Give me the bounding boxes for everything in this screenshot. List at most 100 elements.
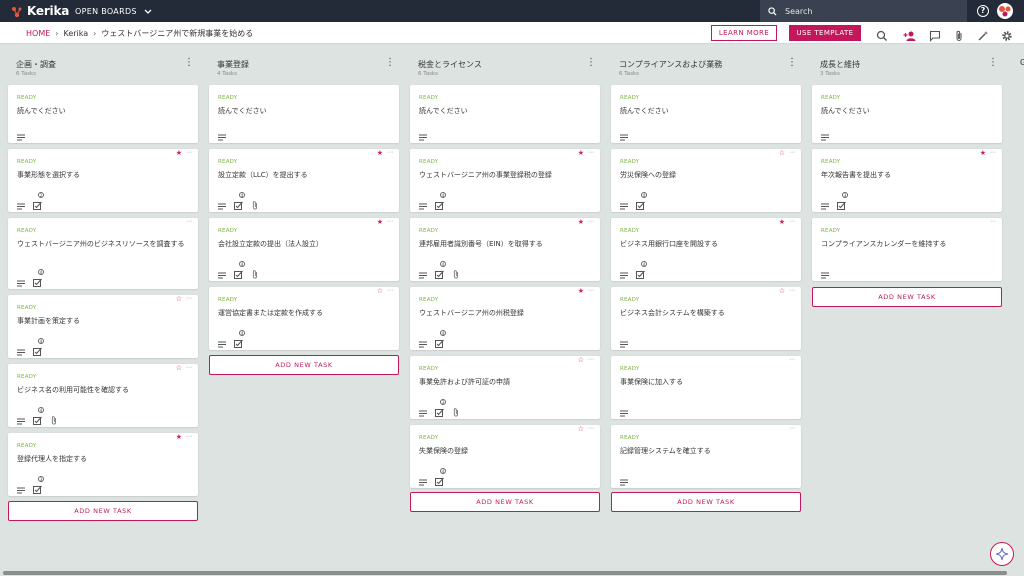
- task-card[interactable]: READY 読んでください: [410, 85, 600, 143]
- more-vertical-icon[interactable]: ⋮: [586, 58, 596, 68]
- task-card[interactable]: READY 記録管理システムを確立する ⋯: [611, 425, 801, 488]
- star-outline-icon[interactable]: ☆: [377, 288, 383, 295]
- star-outline-icon[interactable]: ☆: [779, 288, 785, 295]
- star-filled-icon[interactable]: ★: [578, 288, 584, 295]
- more-horizontal-icon[interactable]: ⋯: [789, 356, 795, 363]
- task-card[interactable]: READY ビジネス会計システムを構築する ☆ ⋯: [611, 287, 801, 350]
- task-card[interactable]: READY 労災保険への登録 ☆ ⋯ 4: [611, 149, 801, 212]
- task-card[interactable]: READY 事業計画を策定する ☆ ⋯ 4: [8, 295, 198, 358]
- task-card[interactable]: READY 事業形態を選択する ★ ⋯ 2: [8, 149, 198, 212]
- more-horizontal-icon[interactable]: ⋯: [588, 287, 594, 294]
- more-horizontal-icon[interactable]: ⋯: [789, 149, 795, 156]
- search-input[interactable]: Search: [760, 0, 967, 22]
- add-new-task-button[interactable]: ADD NEW TASK: [812, 287, 1002, 307]
- gear-icon[interactable]: [1001, 27, 1013, 41]
- star-filled-icon[interactable]: ★: [377, 219, 383, 226]
- attachment-icon[interactable]: [953, 27, 965, 41]
- more-horizontal-icon[interactable]: ⋯: [789, 287, 795, 294]
- task-card[interactable]: READY ビジネス名の利用可能性を確認する ☆ ⋯ 4: [8, 364, 198, 427]
- task-card[interactable]: READY 事業保険に加入する ⋯: [611, 356, 801, 419]
- add-new-task-button[interactable]: ADD NEW TASK: [209, 355, 399, 375]
- breadcrumb-org[interactable]: Kerika: [63, 29, 88, 38]
- task-card[interactable]: READY ウェストバージニア州の州税登録 ★ ⋯ 4: [410, 287, 600, 350]
- star-filled-icon[interactable]: ★: [578, 150, 584, 157]
- more-horizontal-icon[interactable]: ⋯: [588, 218, 594, 225]
- more-vertical-icon[interactable]: ⋮: [184, 58, 194, 68]
- more-horizontal-icon[interactable]: ⋯: [588, 149, 594, 156]
- search-icon[interactable]: [876, 27, 888, 41]
- more-horizontal-icon[interactable]: ⋯: [186, 218, 192, 225]
- kerika-logo[interactable]: Kerika: [10, 3, 69, 19]
- ai-assistant-button[interactable]: [990, 542, 1014, 566]
- more-horizontal-icon[interactable]: ⋯: [990, 218, 996, 225]
- task-card[interactable]: READY 運営協定書または定款を作成する ☆ ⋯ 4: [209, 287, 399, 350]
- task-title: 事業形態を選択する: [17, 171, 80, 179]
- more-horizontal-icon[interactable]: ⋯: [387, 287, 393, 294]
- star-outline-icon[interactable]: ☆: [176, 296, 182, 303]
- help-icon[interactable]: ?: [977, 5, 989, 17]
- open-boards-menu[interactable]: OPEN BOARDS: [75, 0, 152, 22]
- task-card[interactable]: READY ビジネス用銀行口座を開設する ★ ⋯ 4: [611, 218, 801, 281]
- task-card[interactable]: READY ウェストバージニア州のビジネスリソースを調査する ⋯ 4: [8, 218, 198, 289]
- learn-more-button[interactable]: LEARN MORE: [711, 25, 777, 41]
- add-new-task-button[interactable]: ADD NEW TASK: [410, 492, 600, 512]
- more-vertical-icon[interactable]: ⋮: [787, 58, 797, 68]
- task-card[interactable]: READY 登録代理人を指定する ★ ⋯ 3: [8, 433, 198, 496]
- more-horizontal-icon[interactable]: ⋯: [789, 425, 795, 432]
- more-horizontal-icon[interactable]: ⋯: [186, 149, 192, 156]
- star-filled-icon[interactable]: ★: [779, 219, 785, 226]
- breadcrumb-home[interactable]: HOME: [26, 29, 50, 38]
- task-card[interactable]: READY 年次報告書を提出する ★ ⋯ 3: [812, 149, 1002, 212]
- task-card[interactable]: READY 失業保険の登録 ☆ ⋯ 4: [410, 425, 600, 488]
- star-filled-icon[interactable]: ★: [980, 150, 986, 157]
- more-horizontal-icon[interactable]: ⋯: [588, 356, 594, 363]
- task-card[interactable]: READY コンプライアンスカレンダーを維持する ⋯: [812, 218, 1002, 281]
- more-vertical-icon[interactable]: ⋮: [385, 58, 395, 68]
- more-horizontal-icon[interactable]: ⋯: [990, 149, 996, 156]
- chat-icon[interactable]: [929, 27, 941, 42]
- column-header[interactable]: 税金とライセンス 6 Tasks ⋮: [410, 52, 600, 80]
- star-outline-icon[interactable]: ☆: [176, 365, 182, 372]
- avatar[interactable]: [997, 3, 1013, 19]
- more-horizontal-icon[interactable]: ⋯: [789, 218, 795, 225]
- more-horizontal-icon[interactable]: ⋯: [387, 149, 393, 156]
- task-card[interactable]: READY 連邦雇用者識別番号（EIN）を取得する ★ ⋯ 4: [410, 218, 600, 281]
- more-horizontal-icon[interactable]: ⋯: [186, 364, 192, 371]
- more-horizontal-icon[interactable]: ⋯: [588, 425, 594, 432]
- checklist-count: 4: [641, 261, 647, 267]
- task-card[interactable]: READY 会社設立定款の提出（法人設立） ★ ⋯ 4: [209, 218, 399, 281]
- more-horizontal-icon[interactable]: ⋯: [186, 433, 192, 440]
- chevron-down-icon: [144, 7, 152, 16]
- task-card[interactable]: READY 読んでください: [611, 85, 801, 143]
- column-header[interactable]: 成長と維持 3 Tasks ⋮: [812, 52, 1002, 80]
- star-filled-icon[interactable]: ★: [176, 434, 182, 441]
- task-card[interactable]: READY 読んでください: [812, 85, 1002, 143]
- star-outline-icon[interactable]: ☆: [578, 426, 584, 433]
- task-title: 運営協定書または定款を作成する: [218, 309, 323, 317]
- magic-wand-icon[interactable]: [977, 27, 989, 41]
- add-new-task-button[interactable]: ADD NEW TASK: [8, 501, 198, 521]
- column-header[interactable]: 事業登録 4 Tasks ⋮: [209, 52, 399, 80]
- task-card[interactable]: READY ウェストバージニア州の事業登録税の登録 ★ ⋯ 4: [410, 149, 600, 212]
- star-filled-icon[interactable]: ★: [578, 219, 584, 226]
- use-template-button[interactable]: USE TEMPLATE: [789, 25, 861, 41]
- column-title: 事業登録: [217, 60, 249, 69]
- star-outline-icon[interactable]: ☆: [578, 357, 584, 364]
- star-outline-icon[interactable]: ☆: [779, 150, 785, 157]
- task-card[interactable]: READY 事業免許および許可証の申請 ☆ ⋯ 3: [410, 356, 600, 419]
- task-indicators: [419, 126, 435, 145]
- task-card[interactable]: READY 読んでください: [8, 85, 198, 143]
- column-header[interactable]: 企画・調査 6 Tasks ⋮: [8, 52, 198, 80]
- add-person-icon[interactable]: [903, 27, 916, 41]
- horizontal-scrollbar-thumb[interactable]: [3, 571, 1007, 575]
- add-new-task-button[interactable]: ADD NEW TASK: [611, 492, 801, 512]
- more-horizontal-icon[interactable]: ⋯: [186, 295, 192, 302]
- star-filled-icon[interactable]: ★: [377, 150, 383, 157]
- task-card[interactable]: READY 設立定款（LLC）を提出する ★ ⋯ 4: [209, 149, 399, 212]
- star-filled-icon[interactable]: ★: [176, 150, 182, 157]
- more-horizontal-icon[interactable]: ⋯: [387, 218, 393, 225]
- checklist-count: 3: [842, 192, 848, 198]
- task-card[interactable]: READY 読んでください: [209, 85, 399, 143]
- more-vertical-icon[interactable]: ⋮: [988, 58, 998, 68]
- column-header[interactable]: コンプライアンスおよび業務 6 Tasks ⋮: [611, 52, 801, 80]
